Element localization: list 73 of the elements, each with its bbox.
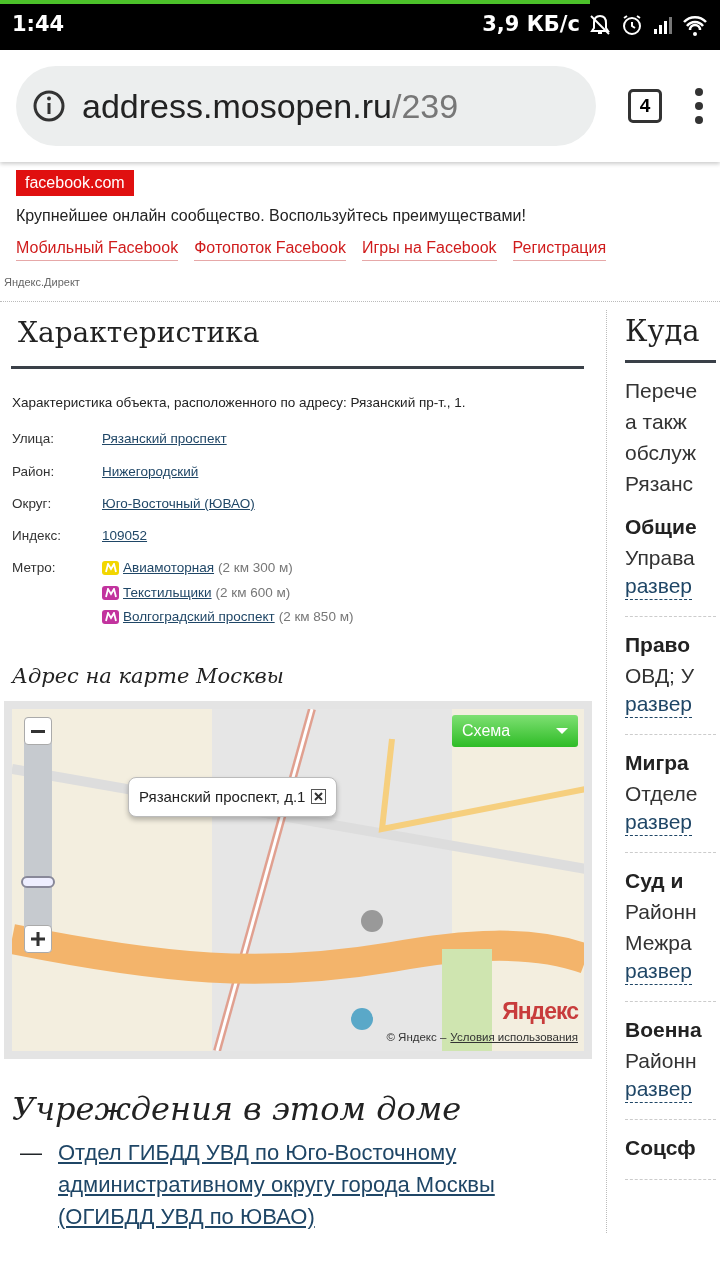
zoom-out-button[interactable] — [24, 716, 52, 745]
category-text: Отделе — [625, 780, 699, 807]
plus-icon — [31, 932, 45, 947]
zoom-in-button[interactable] — [24, 924, 52, 953]
field-label: Метро: — [12, 559, 57, 578]
sidebar-text: а такж — [625, 408, 688, 435]
field-link[interactable]: Рязанский проспект — [102, 429, 227, 450]
field-link[interactable]: Нижегородский — [102, 461, 199, 482]
ad-source: Яндекс.Директ — [4, 276, 80, 288]
intro-text: Характеристика объекта, расположенного по адресу: Рязанский пр-т., 1. — [12, 394, 467, 412]
category-text: Районн — [625, 898, 698, 925]
zoom-slider[interactable] — [24, 716, 52, 953]
ad-link[interactable]: Игры на Facebook — [361, 236, 497, 261]
ad-link[interactable]: Фотопоток Facebook — [194, 236, 346, 261]
sidebar-text: обслуж — [625, 439, 697, 466]
map-heading: Адрес на карте Москвы — [12, 663, 285, 690]
expand-link[interactable]: развер — [625, 957, 693, 985]
station-link[interactable]: Авиамоторная — [123, 558, 215, 579]
field-link[interactable]: Юго-Восточный (ЮВАО) — [102, 493, 255, 514]
info-icon — [32, 89, 66, 123]
station-distance: (2 км 850 м) — [278, 607, 354, 626]
station-link[interactable]: Волгоградский проспект — [123, 606, 275, 627]
expand-link[interactable]: развер — [625, 690, 693, 718]
zoom-handle[interactable] — [21, 875, 55, 888]
field-label: Индекс: — [12, 527, 63, 545]
menu-icon — [694, 87, 704, 125]
section-heading: Куда — [625, 310, 716, 363]
network-speed: 3,9 КБ/с — [482, 11, 580, 39]
wifi-icon — [682, 13, 708, 37]
expand-link[interactable]: развер — [625, 572, 693, 600]
field-label: Район: — [12, 462, 56, 481]
category-text: Районн — [625, 1047, 698, 1074]
institution-link[interactable]: Отдел ГИБДД УВД по Юго-Восточному административному округу города Москвы (ОГИБДД УВД по ЮВАО) — [58, 1136, 592, 1233]
map-logo: Яндекс — [502, 997, 578, 1026]
ad-title[interactable]: facebook.com — [16, 170, 134, 196]
category-title: Суд и — [625, 867, 685, 894]
terms-link[interactable]: Условия использования — [450, 1029, 578, 1047]
url-text: address.mosopen.ru/239 — [82, 85, 459, 127]
alarm-clock-icon — [620, 13, 644, 37]
expand-link[interactable]: развер — [625, 1075, 693, 1103]
category-title: Мигра — [625, 749, 690, 776]
section-heading: Учреждения в этом доме — [12, 1088, 463, 1130]
map-copyright: © Яндекс – — [386, 1030, 447, 1046]
balloon-text: Рязанский проспект, д.1 — [139, 786, 306, 807]
field-label: Улица: — [12, 430, 56, 449]
sidebar-text: Рязанс — [625, 470, 695, 497]
ad-link[interactable]: Мобильный Facebook — [16, 236, 179, 261]
field-label: Округ: — [12, 494, 53, 513]
category-title: Военна — [625, 1016, 703, 1043]
close-button[interactable] — [311, 789, 327, 805]
expand-link[interactable]: развер — [625, 808, 693, 836]
station-distance: (2 км 300 м) — [218, 559, 293, 578]
category-title: Общие — [625, 513, 698, 540]
caret-icon — [556, 727, 568, 734]
muted-bell-icon — [588, 13, 612, 37]
clock: 1:44 — [12, 11, 65, 39]
sidebar-text: Перече — [625, 377, 699, 404]
category-text: Межра — [625, 929, 693, 956]
field-link[interactable]: 109052 — [102, 526, 148, 547]
ad-text: Крупнейшее онлайн сообщество. Воспользуйтесь преимуществами! — [16, 206, 527, 226]
ad-link[interactable]: Регистрация — [512, 236, 607, 261]
category-text: ОВД; У — [625, 662, 696, 689]
station-link[interactable]: Текстильщики — [123, 582, 212, 603]
close-icon — [313, 791, 325, 803]
category-title: Право — [625, 631, 692, 658]
tab-count-button[interactable]: 4 — [628, 89, 662, 123]
category-title: Соцсф — [625, 1134, 697, 1161]
address-bar[interactable]: address.mosopen.ru/239 — [16, 66, 596, 146]
station-distance: (2 км 600 м) — [215, 583, 291, 602]
list-marker: — — [20, 1138, 42, 1167]
section-heading: Характеристика — [11, 310, 584, 369]
minus-icon — [31, 729, 45, 733]
category-text: Управа — [625, 544, 696, 571]
